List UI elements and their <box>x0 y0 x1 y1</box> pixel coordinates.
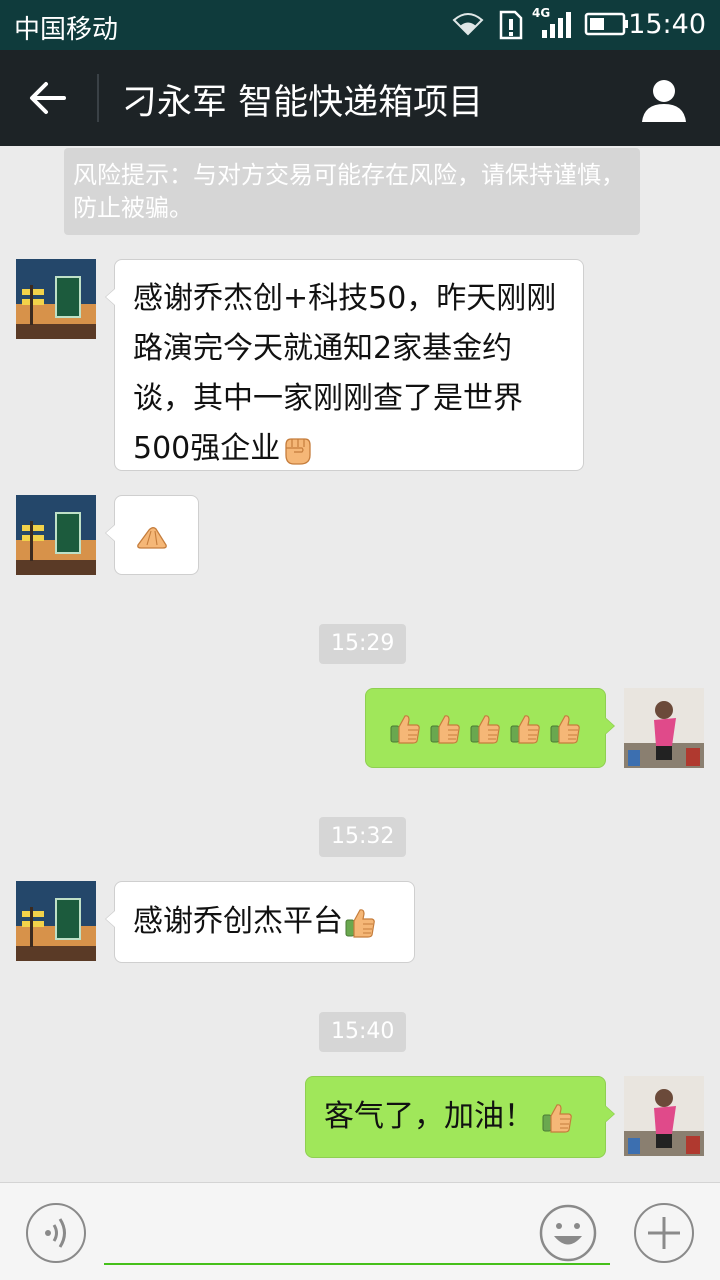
emoji-button[interactable] <box>538 1203 598 1263</box>
ok-hand-emoji-icon <box>135 519 169 553</box>
thumbs-up-emoji-icon <box>428 712 462 746</box>
wifi-icon <box>452 13 484 36</box>
header-divider <box>97 74 99 122</box>
my-avatar[interactable] <box>624 1076 704 1156</box>
message-bubble-incoming[interactable]: 感谢乔杰创+科技50，昨天刚刚路演完今天就通知2家基金约谈，其中一家刚刚查了是世… <box>105 259 584 471</box>
thumbs-up-emoji-icon <box>343 906 377 940</box>
message-text: 感谢乔杰创+科技50，昨天刚刚路演完今天就通知2家基金约谈，其中一家刚刚查了是世… <box>133 281 557 466</box>
battery-icon <box>584 12 628 36</box>
chat-header: 刁永军 智能快递箱项目 <box>0 50 720 146</box>
avatar-image <box>16 495 96 575</box>
contact-avatar[interactable] <box>16 495 96 575</box>
avatar-image <box>16 881 96 961</box>
fist-emoji-icon <box>280 433 314 467</box>
my-avatar[interactable] <box>624 688 704 768</box>
thumbs-up-emoji-icon <box>548 712 582 746</box>
voice-button[interactable] <box>26 1203 86 1263</box>
message-input[interactable] <box>104 1263 610 1265</box>
message-text: 客气了，加油！ <box>324 1099 534 1134</box>
signal-icon <box>542 12 571 38</box>
person-icon[interactable] <box>640 76 688 124</box>
message-input-bar <box>0 1182 720 1280</box>
message-bubble-incoming[interactable] <box>105 495 199 575</box>
thumbs-up-emoji-icon <box>468 712 502 746</box>
avatar-image <box>624 1076 704 1156</box>
message-bubble-outgoing[interactable]: 客气了，加油！ <box>305 1076 615 1158</box>
avatar-image <box>624 688 704 768</box>
timestamp: 15:40 <box>319 1012 407 1052</box>
carrier-label: 中国移动 <box>14 15 119 45</box>
status-bar: 中国移动 4G 15:40 <box>0 0 720 50</box>
voice-icon <box>45 1218 66 1248</box>
timestamp: 15:29 <box>319 624 407 664</box>
thumbs-up-emoji-icon <box>388 712 422 746</box>
message-bubble-outgoing[interactable] <box>365 688 615 768</box>
clock: 15:40 <box>628 9 706 40</box>
contact-avatar[interactable] <box>16 881 96 961</box>
contact-avatar[interactable] <box>16 259 96 339</box>
message-text: 感谢乔创杰平台 <box>133 904 343 939</box>
risk-notice: 风险提示：与对方交易可能存在风险，请保持谨慎，防止被骗。 <box>64 148 640 235</box>
timestamp: 15:32 <box>319 817 407 857</box>
thumbs-up-emoji-icon <box>508 712 542 746</box>
sim-alert-icon <box>499 10 523 40</box>
chat-title: 刁永军 智能快递箱项目 <box>122 83 484 123</box>
avatar-image <box>16 259 96 339</box>
more-button[interactable] <box>634 1203 694 1263</box>
message-bubble-incoming[interactable]: 感谢乔创杰平台 <box>105 881 415 963</box>
thumbs-up-emoji-icon <box>540 1101 574 1135</box>
smiley-icon <box>539 1204 597 1262</box>
back-arrow-icon[interactable] <box>28 78 68 118</box>
plus-icon <box>648 1217 680 1249</box>
